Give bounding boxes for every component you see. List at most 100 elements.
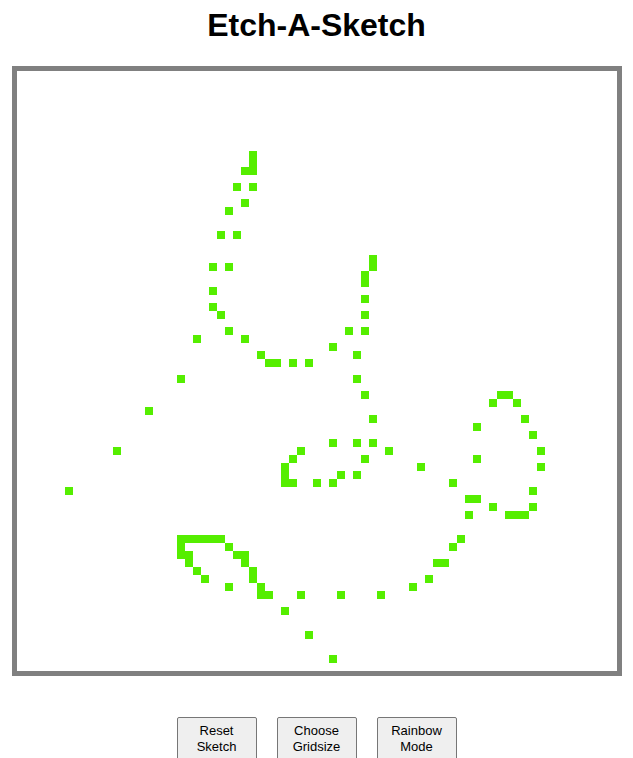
painted-cell[interactable] [289, 359, 297, 367]
painted-cell[interactable] [225, 207, 233, 215]
painted-cell[interactable] [281, 479, 289, 487]
painted-cell[interactable] [209, 535, 217, 543]
painted-cell[interactable] [473, 423, 481, 431]
painted-cell[interactable] [257, 351, 265, 359]
painted-cell[interactable] [361, 271, 369, 279]
gridsize-button[interactable]: Choose Gridsize [277, 717, 357, 758]
painted-cell[interactable] [185, 535, 193, 543]
painted-cell[interactable] [233, 551, 241, 559]
painted-cell[interactable] [457, 535, 465, 543]
painted-cell[interactable] [465, 495, 473, 503]
painted-cell[interactable] [513, 399, 521, 407]
painted-cell[interactable] [305, 631, 313, 639]
painted-cell[interactable] [201, 575, 209, 583]
painted-cell[interactable] [209, 303, 217, 311]
painted-cell[interactable] [209, 263, 217, 271]
painted-cell[interactable] [329, 439, 337, 447]
painted-cell[interactable] [185, 559, 193, 567]
painted-cell[interactable] [241, 551, 249, 559]
painted-cell[interactable] [337, 471, 345, 479]
painted-cell[interactable] [529, 487, 537, 495]
painted-cell[interactable] [241, 335, 249, 343]
painted-cell[interactable] [521, 511, 529, 519]
painted-cell[interactable] [297, 591, 305, 599]
painted-cell[interactable] [217, 535, 225, 543]
painted-cell[interactable] [377, 591, 385, 599]
painted-cell[interactable] [249, 151, 257, 159]
painted-cell[interactable] [281, 471, 289, 479]
rainbow-button[interactable]: Rainbow Mode [377, 717, 457, 758]
painted-cell[interactable] [289, 455, 297, 463]
painted-cell[interactable] [249, 575, 257, 583]
painted-cell[interactable] [241, 167, 249, 175]
painted-cell[interactable] [361, 311, 369, 319]
painted-cell[interactable] [145, 407, 153, 415]
painted-cell[interactable] [313, 479, 321, 487]
painted-cell[interactable] [249, 159, 257, 167]
painted-cell[interactable] [225, 327, 233, 335]
painted-cell[interactable] [185, 551, 193, 559]
painted-cell[interactable] [537, 447, 545, 455]
painted-cell[interactable] [353, 375, 361, 383]
painted-cell[interactable] [177, 551, 185, 559]
painted-cell[interactable] [369, 255, 377, 263]
painted-cell[interactable] [281, 463, 289, 471]
painted-cell[interactable] [425, 575, 433, 583]
painted-cell[interactable] [361, 455, 369, 463]
painted-cell[interactable] [193, 567, 201, 575]
painted-cell[interactable] [489, 503, 497, 511]
painted-cell[interactable] [265, 359, 273, 367]
painted-cell[interactable] [177, 543, 185, 551]
painted-cell[interactable] [193, 335, 201, 343]
painted-cell[interactable] [329, 655, 337, 663]
painted-cell[interactable] [369, 415, 377, 423]
sketch-board[interactable] [12, 66, 622, 676]
painted-cell[interactable] [257, 583, 265, 591]
painted-cell[interactable] [257, 591, 265, 599]
painted-cell[interactable] [353, 351, 361, 359]
painted-cell[interactable] [473, 495, 481, 503]
painted-cell[interactable] [417, 463, 425, 471]
painted-cell[interactable] [241, 199, 249, 207]
painted-cell[interactable] [65, 487, 73, 495]
painted-cell[interactable] [273, 359, 281, 367]
painted-cell[interactable] [337, 591, 345, 599]
painted-cell[interactable] [449, 543, 457, 551]
painted-cell[interactable] [225, 543, 233, 551]
painted-cell[interactable] [409, 583, 417, 591]
painted-cell[interactable] [297, 447, 305, 455]
painted-cell[interactable] [193, 535, 201, 543]
painted-cell[interactable] [265, 591, 273, 599]
painted-cell[interactable] [241, 559, 249, 567]
painted-cell[interactable] [465, 511, 473, 519]
reset-button[interactable]: Reset Sketch [177, 717, 257, 758]
painted-cell[interactable] [249, 183, 257, 191]
painted-cell[interactable] [249, 167, 257, 175]
painted-cell[interactable] [353, 439, 361, 447]
painted-cell[interactable] [345, 327, 353, 335]
painted-cell[interactable] [513, 511, 521, 519]
sketch-grid[interactable] [17, 71, 617, 671]
painted-cell[interactable] [329, 479, 337, 487]
painted-cell[interactable] [529, 503, 537, 511]
painted-cell[interactable] [361, 391, 369, 399]
painted-cell[interactable] [217, 231, 225, 239]
painted-cell[interactable] [529, 431, 537, 439]
painted-cell[interactable] [537, 463, 545, 471]
painted-cell[interactable] [521, 415, 529, 423]
painted-cell[interactable] [369, 263, 377, 271]
painted-cell[interactable] [361, 279, 369, 287]
painted-cell[interactable] [353, 471, 361, 479]
painted-cell[interactable] [209, 287, 217, 295]
painted-cell[interactable] [225, 263, 233, 271]
painted-cell[interactable] [361, 327, 369, 335]
painted-cell[interactable] [201, 535, 209, 543]
painted-cell[interactable] [177, 375, 185, 383]
painted-cell[interactable] [385, 447, 393, 455]
painted-cell[interactable] [233, 231, 241, 239]
painted-cell[interactable] [177, 535, 185, 543]
painted-cell[interactable] [217, 311, 225, 319]
painted-cell[interactable] [433, 559, 441, 567]
painted-cell[interactable] [329, 343, 337, 351]
painted-cell[interactable] [281, 607, 289, 615]
